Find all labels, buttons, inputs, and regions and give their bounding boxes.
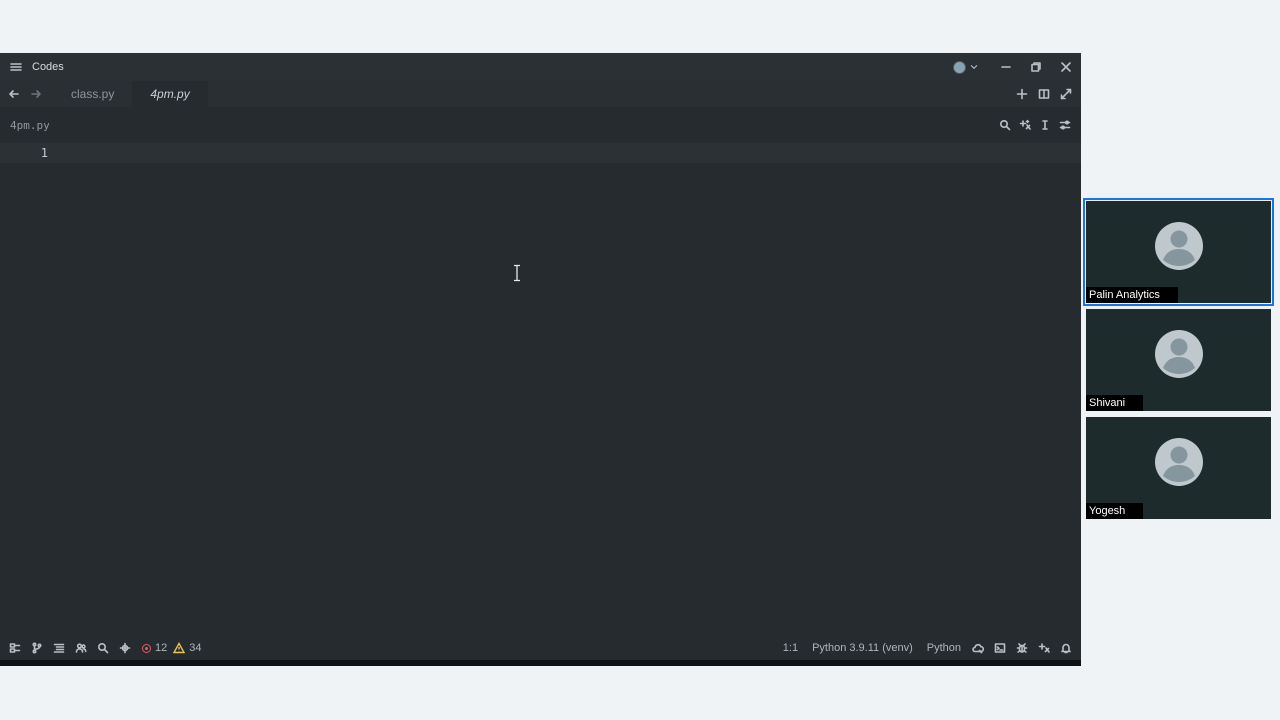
tab-class-py[interactable]: class.py [53, 81, 132, 107]
participant-name: Palin Analytics [1086, 287, 1178, 303]
close-icon[interactable] [1051, 53, 1081, 81]
participant-tile-shivani[interactable]: Shivani [1086, 309, 1271, 411]
tab-bar: class.py 4pm.py [0, 81, 1081, 107]
minimize-icon[interactable] [991, 53, 1021, 81]
plus-icon[interactable] [1011, 81, 1033, 107]
text-cursor-icon[interactable] [1035, 115, 1055, 135]
avatar [1155, 330, 1203, 378]
restore-icon[interactable] [1021, 53, 1051, 81]
file-path-bar: 4pm.py [0, 107, 1081, 143]
file-path: 4pm.py [10, 118, 50, 132]
participant-tile-yogesh[interactable]: Yogesh [1086, 417, 1271, 519]
debug-target-icon[interactable] [114, 636, 136, 660]
outline-icon[interactable] [48, 636, 70, 660]
error-count: 12 [155, 642, 168, 654]
split-view-icon[interactable] [1033, 81, 1055, 107]
search-icon[interactable] [92, 636, 114, 660]
avatar [1155, 438, 1203, 486]
code-editor-window: Codes class.py 4pm.py 4pm.py 1 12 34 1:1… [0, 53, 1081, 666]
window-bottom-edge [0, 660, 1081, 666]
cloud-sync-icon[interactable] [967, 636, 989, 660]
chevron-down-icon[interactable] [969, 62, 979, 72]
status-bar: 12 34 1:1 Python 3.9.11 (venv) Python [0, 636, 1081, 660]
participant-name: Shivani [1086, 395, 1144, 411]
tab-label: class.py [71, 87, 115, 101]
error-icon [142, 643, 151, 653]
python-interpreter[interactable]: Python 3.9.11 (venv) [812, 642, 913, 654]
collaborators-icon[interactable] [70, 636, 92, 660]
problems-indicator[interactable]: 12 34 [142, 642, 202, 654]
cursor-position[interactable]: 1:1 [783, 642, 798, 654]
current-line[interactable]: 1 [0, 143, 1081, 163]
mouse-text-cursor-icon [511, 264, 523, 282]
search-icon[interactable] [995, 115, 1015, 135]
sparkle-icon[interactable] [1033, 636, 1055, 660]
language-mode[interactable]: Python [927, 642, 961, 654]
arrow-left-icon[interactable] [3, 81, 25, 107]
app-title: Codes [32, 61, 64, 73]
settings-sliders-icon[interactable] [1055, 115, 1075, 135]
expand-icon[interactable] [1055, 81, 1077, 107]
project-structure-icon[interactable] [4, 636, 26, 660]
warning-icon [173, 642, 186, 654]
sparkle-icon[interactable] [1015, 115, 1035, 135]
terminal-icon[interactable] [989, 636, 1011, 660]
account-menu[interactable] [953, 60, 979, 74]
line-number: 1 [40, 146, 48, 160]
bug-icon[interactable] [1011, 636, 1033, 660]
participant-name: Yogesh [1086, 503, 1144, 519]
git-branch-icon[interactable] [26, 636, 48, 660]
user-avatar-icon[interactable] [953, 60, 966, 74]
notification-bell-icon[interactable] [1055, 636, 1077, 660]
hamburger-menu-icon[interactable] [10, 61, 22, 73]
avatar [1155, 222, 1203, 270]
participant-tile-palin-analytics[interactable]: Palin Analytics [1083, 198, 1274, 306]
warning-count: 34 [189, 642, 202, 654]
tab-label: 4pm.py [150, 87, 190, 101]
code-editor[interactable]: 1 [0, 143, 1081, 633]
arrow-right-icon[interactable] [25, 81, 47, 107]
title-bar: Codes [0, 53, 1081, 81]
tab-4pm-py[interactable]: 4pm.py [132, 81, 208, 107]
